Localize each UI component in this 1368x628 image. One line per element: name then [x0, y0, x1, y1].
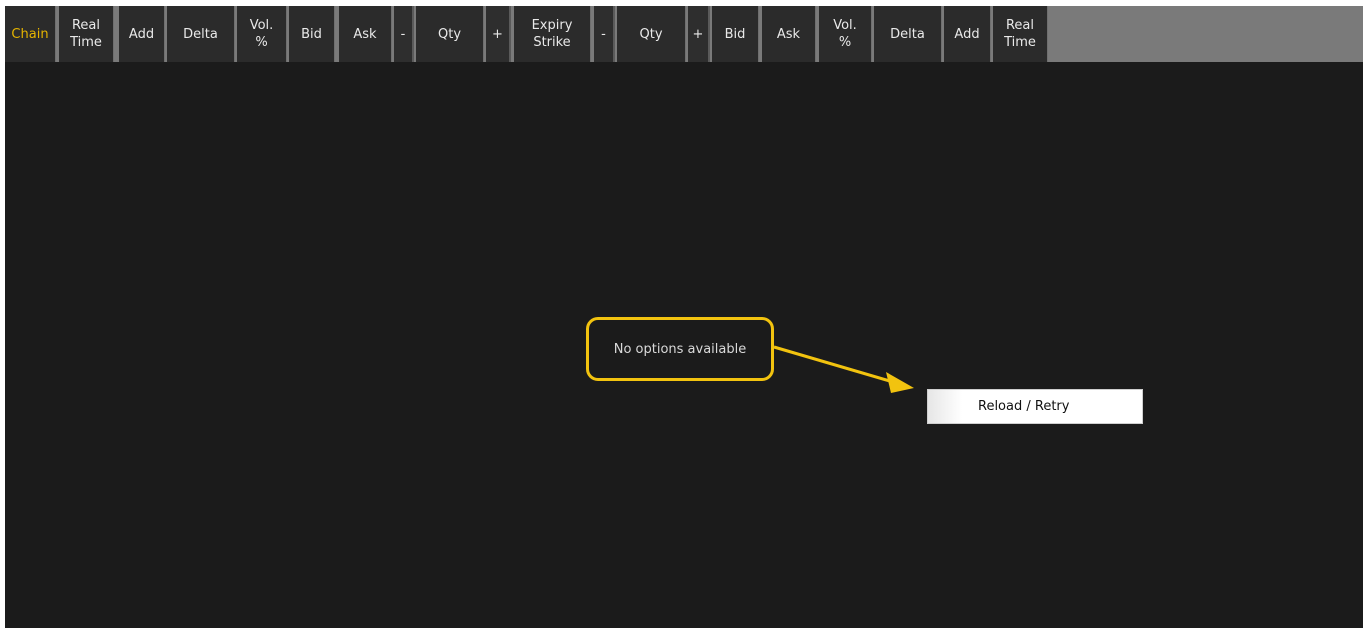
header-put-vol-pct[interactable]: Vol. %	[819, 6, 872, 62]
option-chain-panel: Chain Real Time Add Delta Vol. % Bid Ask…	[5, 6, 1363, 628]
header-call-delta[interactable]: Delta	[167, 6, 235, 62]
header-put-add[interactable]: Add	[944, 6, 991, 62]
header-call-vol-pct[interactable]: Vol. %	[237, 6, 287, 62]
put-qty-increase-button[interactable]: +	[688, 6, 710, 62]
header-put-delta[interactable]: Delta	[874, 6, 942, 62]
call-qty-decrease-button[interactable]: -	[394, 6, 414, 62]
header-call-ask[interactable]: Ask	[339, 6, 392, 62]
call-qty-increase-button[interactable]: +	[486, 6, 511, 62]
header-expiry-strike[interactable]: Expiry Strike	[514, 6, 591, 62]
header-put-ask[interactable]: Ask	[762, 6, 816, 62]
button-edge-shade	[928, 390, 962, 423]
reload-retry-button[interactable]: Reload / Retry	[927, 389, 1143, 424]
column-header-bar: Chain Real Time Add Delta Vol. % Bid Ask…	[5, 6, 1363, 62]
no-options-message: No options available	[613, 341, 747, 357]
header-put-bid[interactable]: Bid	[712, 6, 759, 62]
no-options-callout: No options available	[586, 317, 774, 381]
header-put-qty[interactable]: Qty	[617, 6, 686, 62]
put-qty-decrease-button[interactable]: -	[594, 6, 615, 62]
header-call-add[interactable]: Add	[119, 6, 165, 62]
header-chain[interactable]: Chain	[5, 6, 56, 62]
header-call-qty[interactable]: Qty	[416, 6, 484, 62]
reload-retry-label: Reload / Retry	[978, 399, 1070, 414]
header-put-real-time[interactable]: Real Time	[993, 6, 1048, 62]
header-call-bid[interactable]: Bid	[289, 6, 335, 62]
header-call-real-time[interactable]: Real Time	[59, 6, 114, 62]
